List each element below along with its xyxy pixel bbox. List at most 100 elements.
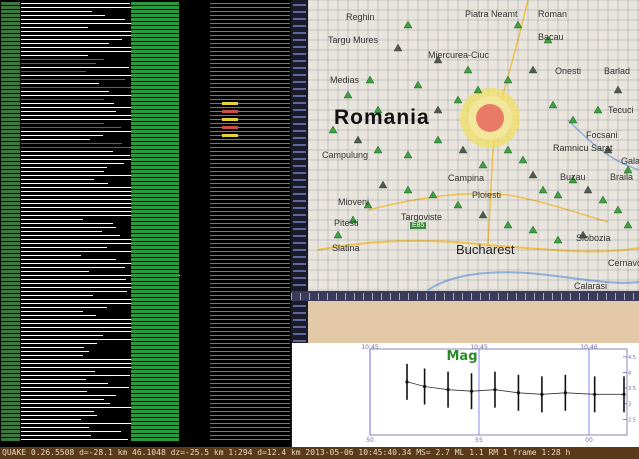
station-value — [131, 270, 179, 273]
city-label: Braila — [610, 172, 634, 182]
helicorder-empty-panel — [308, 301, 639, 343]
station-code — [1, 422, 20, 425]
station-code — [1, 106, 20, 109]
waveform-trace — [21, 371, 95, 372]
row-separator — [210, 251, 290, 252]
scale-tick — [293, 193, 306, 195]
row-separator — [210, 71, 290, 72]
row-separator — [210, 139, 290, 140]
station-triangle-icon — [373, 145, 383, 154]
magnitude-chart: 10:45 10:45 10:4650 55 004.543.532.5Mag — [361, 344, 636, 444]
station-code — [1, 394, 20, 397]
station-value — [131, 86, 179, 89]
scale-tick — [293, 249, 306, 251]
bottom-time-label: 50 — [366, 437, 374, 444]
station-value — [131, 258, 179, 261]
row-separator — [210, 419, 290, 420]
station-value — [131, 30, 179, 33]
ruler-tick — [363, 293, 364, 300]
station-value — [131, 278, 179, 281]
scale-tick — [293, 228, 306, 230]
station-value — [131, 78, 179, 81]
row-separator — [210, 295, 290, 296]
y-tick-label: 3.5 — [628, 386, 636, 392]
row-separator — [210, 23, 290, 24]
waveform-trace — [21, 395, 116, 396]
scale-tick — [293, 18, 306, 20]
row-separator — [210, 167, 290, 168]
scale-tick — [293, 340, 306, 342]
station-value — [131, 410, 179, 413]
scale-tick — [293, 53, 306, 55]
scale-tick — [293, 74, 306, 76]
waveform-trace — [21, 411, 94, 412]
waveform-trace — [21, 391, 87, 392]
station-value — [131, 106, 179, 109]
station-map[interactable]: Reghin Piatra Neamt Roman Bacau Targu Mures M… — [308, 0, 639, 291]
waveform-trace — [21, 103, 114, 104]
magnitude-point — [422, 384, 427, 389]
station-code — [1, 326, 20, 329]
waveform-trace — [21, 279, 126, 280]
station-code — [1, 378, 20, 381]
station-code — [1, 402, 20, 405]
station-value — [131, 394, 179, 397]
station-row[interactable] — [0, 438, 291, 442]
station-value — [131, 42, 179, 45]
waveform-trace — [21, 7, 137, 8]
magnitude-point — [516, 391, 521, 395]
waveform-trace — [21, 215, 136, 216]
row-separator — [210, 275, 290, 276]
station-code — [1, 30, 20, 33]
waveform-trace — [21, 151, 113, 152]
waveform-trace — [21, 51, 146, 52]
row-separator — [210, 7, 290, 8]
waveform-trace — [21, 99, 104, 100]
station-value — [131, 178, 179, 181]
ruler-tick — [318, 293, 319, 300]
waveform-trace — [21, 131, 146, 132]
station-value — [131, 166, 179, 169]
row-separator — [210, 439, 290, 440]
station-triangle-icon — [503, 220, 513, 229]
waveform-trace — [21, 335, 103, 336]
city-label: Cernavoda — [608, 258, 639, 268]
station-triangle-icon — [613, 85, 623, 94]
waveform-trace — [21, 379, 86, 380]
ruler-tick — [309, 293, 310, 300]
station-code — [1, 362, 20, 365]
waveform-trace — [21, 219, 83, 220]
waveform-trace — [21, 231, 102, 232]
row-separator — [210, 123, 290, 124]
waveform-trace — [21, 343, 97, 344]
waveform-trace — [21, 19, 125, 20]
station-value — [131, 134, 179, 137]
row-separator — [210, 11, 290, 12]
station-triangle-icon — [528, 65, 538, 74]
ruler-tick — [462, 293, 463, 300]
station-value — [131, 94, 179, 97]
row-separator — [210, 59, 290, 60]
ruler-tick — [291, 293, 292, 300]
station-code — [1, 206, 20, 209]
scale-tick — [293, 144, 306, 146]
station-triangle-icon — [553, 235, 563, 244]
waveform-trace — [21, 111, 116, 112]
station-value — [131, 302, 179, 305]
station-code — [1, 66, 20, 69]
station-code — [1, 202, 20, 205]
waveform-trace — [21, 351, 89, 352]
station-value — [131, 14, 179, 17]
ruler-tick — [543, 293, 544, 300]
station-code — [1, 18, 20, 21]
ruler-tick — [534, 293, 535, 300]
row-separator — [210, 211, 290, 212]
row-separator — [210, 31, 290, 32]
city-label: Miercurea-Ciuc — [428, 50, 490, 60]
y-tick-label: 3 — [628, 402, 631, 408]
station-value — [131, 118, 179, 121]
station-value — [131, 306, 179, 309]
row-separator — [210, 259, 290, 260]
scale-tick — [293, 32, 306, 34]
waveform-trace — [21, 67, 129, 68]
